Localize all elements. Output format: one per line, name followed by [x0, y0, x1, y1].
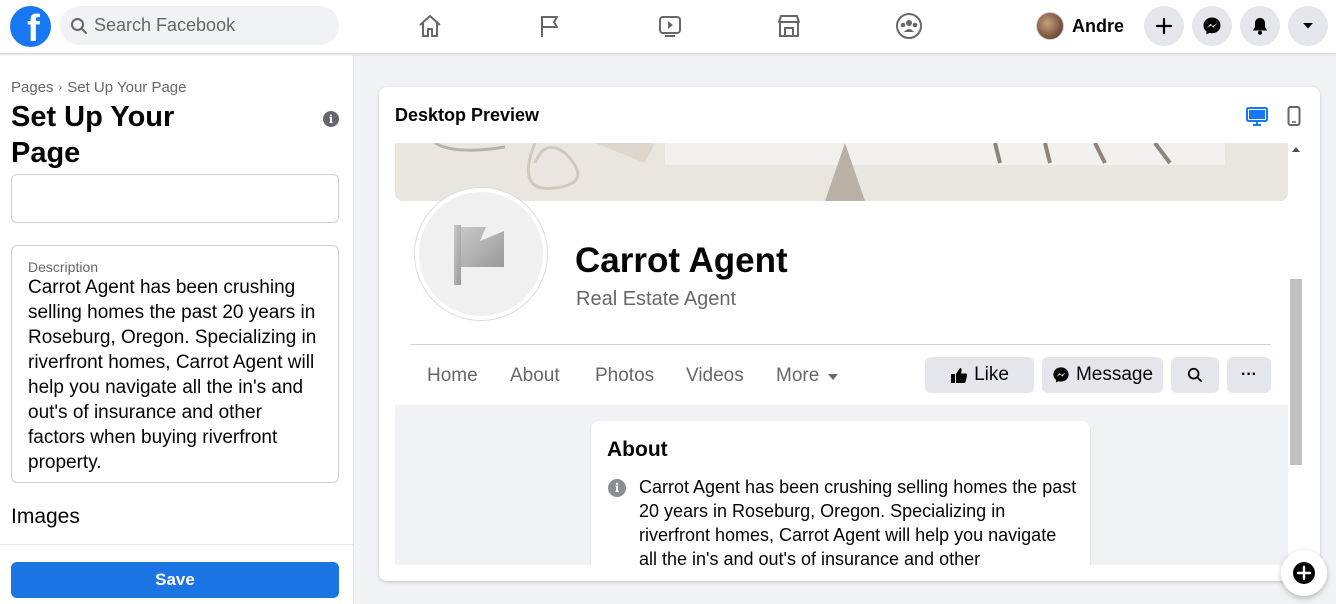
- about-text: Carrot Agent has been crushing selling h…: [639, 477, 1077, 565]
- images-section-heading: Images: [11, 505, 80, 528]
- like-button[interactable]: Like: [925, 357, 1034, 393]
- breadcrumb-separator: ›: [58, 81, 63, 94]
- bell-icon: [1253, 18, 1267, 35]
- description-field[interactable]: Description Carrot Agent has been crushi…: [11, 245, 339, 483]
- facebook-logo-letter: f: [27, 8, 40, 47]
- page-title: Set Up Your Page: [11, 101, 175, 169]
- desktop-preview-card: Desktop Preview Carrot Agent Real Estate…: [379, 87, 1320, 581]
- search-input[interactable]: [94, 15, 324, 36]
- setup-sidebar: Pages › Set Up Your Page Set Up Your Pag…: [0, 55, 354, 604]
- mobile-icon: [1287, 106, 1301, 126]
- page-preview-frame: Carrot Agent Real Estate Agent Home Abou…: [395, 143, 1288, 565]
- description-text[interactable]: Carrot Agent has been crushing selling h…: [28, 275, 322, 475]
- scroll-up-arrow-icon[interactable]: [1292, 147, 1300, 152]
- watch-icon: [659, 16, 681, 37]
- chevron-down-icon: [1303, 23, 1313, 29]
- category-field[interactable]: [11, 174, 339, 223]
- nav-groups[interactable]: [889, 8, 929, 44]
- thumbs-up-icon: [951, 368, 968, 383]
- messenger-icon: [1203, 17, 1221, 35]
- cover-illustration: [395, 143, 1288, 201]
- about-card: About i Carrot Agent has been crushing s…: [591, 421, 1090, 565]
- preview-title: Desktop Preview: [395, 105, 540, 125]
- nav-pages[interactable]: [530, 8, 570, 44]
- page-profile-picture: [415, 188, 547, 320]
- about-title: About: [607, 438, 668, 461]
- info-icon[interactable]: i: [323, 111, 339, 127]
- nav-home[interactable]: [410, 8, 450, 44]
- facebook-logo[interactable]: f: [10, 6, 51, 47]
- breadcrumb-current: Set Up Your Page: [67, 79, 187, 96]
- top-navigation-bar: f Andre: [0, 0, 1336, 54]
- nav-marketplace[interactable]: [769, 8, 809, 44]
- breadcrumb: Pages › Set Up Your Page: [11, 79, 186, 96]
- page-name: Carrot Agent: [575, 241, 788, 280]
- tab-about[interactable]: About: [510, 365, 560, 387]
- search-icon: [71, 17, 87, 34]
- mobile-preview-toggle[interactable]: [1283, 105, 1305, 127]
- plus-icon: [1155, 17, 1173, 35]
- messenger-button[interactable]: [1192, 6, 1232, 46]
- new-message-button[interactable]: [1281, 550, 1327, 596]
- home-icon: [419, 15, 441, 37]
- message-button[interactable]: Message: [1042, 357, 1163, 393]
- tab-videos[interactable]: Videos: [686, 365, 744, 387]
- tab-photos[interactable]: Photos: [595, 365, 654, 387]
- avatar: [1036, 12, 1064, 40]
- breadcrumb-pages[interactable]: Pages: [11, 79, 54, 96]
- profile-shortcut[interactable]: Andre: [1036, 8, 1124, 44]
- desktop-preview-toggle[interactable]: [1246, 105, 1268, 127]
- account-menu-button[interactable]: [1288, 6, 1328, 46]
- page-category: Real Estate Agent: [576, 288, 737, 310]
- cover-photo: [395, 143, 1288, 201]
- more-options-button[interactable]: ···: [1227, 357, 1271, 393]
- flag-icon: [454, 225, 504, 285]
- search-box[interactable]: [60, 6, 339, 45]
- save-footer: Save: [0, 544, 353, 604]
- info-icon: i: [608, 479, 626, 497]
- save-button[interactable]: Save: [11, 562, 339, 598]
- notifications-button[interactable]: [1240, 6, 1280, 46]
- scrollbar-thumb[interactable]: [1290, 279, 1302, 465]
- flag-icon: [541, 16, 558, 37]
- messenger-icon: [1053, 367, 1069, 383]
- nav-watch[interactable]: [650, 8, 690, 44]
- plus-circle-icon: [1293, 562, 1315, 584]
- page-search-button[interactable]: [1171, 357, 1219, 393]
- marketplace-icon: [778, 15, 800, 37]
- caret-down-icon: [827, 374, 838, 380]
- preview-scrollbar[interactable]: [1288, 143, 1304, 565]
- profile-name: Andre: [1072, 15, 1125, 36]
- tab-more[interactable]: More: [776, 365, 838, 387]
- groups-icon: [896, 13, 922, 39]
- header-divider: [411, 344, 1271, 345]
- create-button[interactable]: [1144, 6, 1184, 46]
- message-label: Message: [1075, 364, 1154, 385]
- desktop-icon: [1246, 107, 1268, 126]
- tab-more-label: More: [776, 365, 820, 386]
- page-header: Carrot Agent Real Estate Agent Home Abou…: [395, 143, 1288, 405]
- like-label: Like: [974, 364, 1009, 385]
- search-icon: [1187, 367, 1203, 383]
- tab-home[interactable]: Home: [427, 365, 478, 387]
- description-label: Description: [28, 259, 99, 275]
